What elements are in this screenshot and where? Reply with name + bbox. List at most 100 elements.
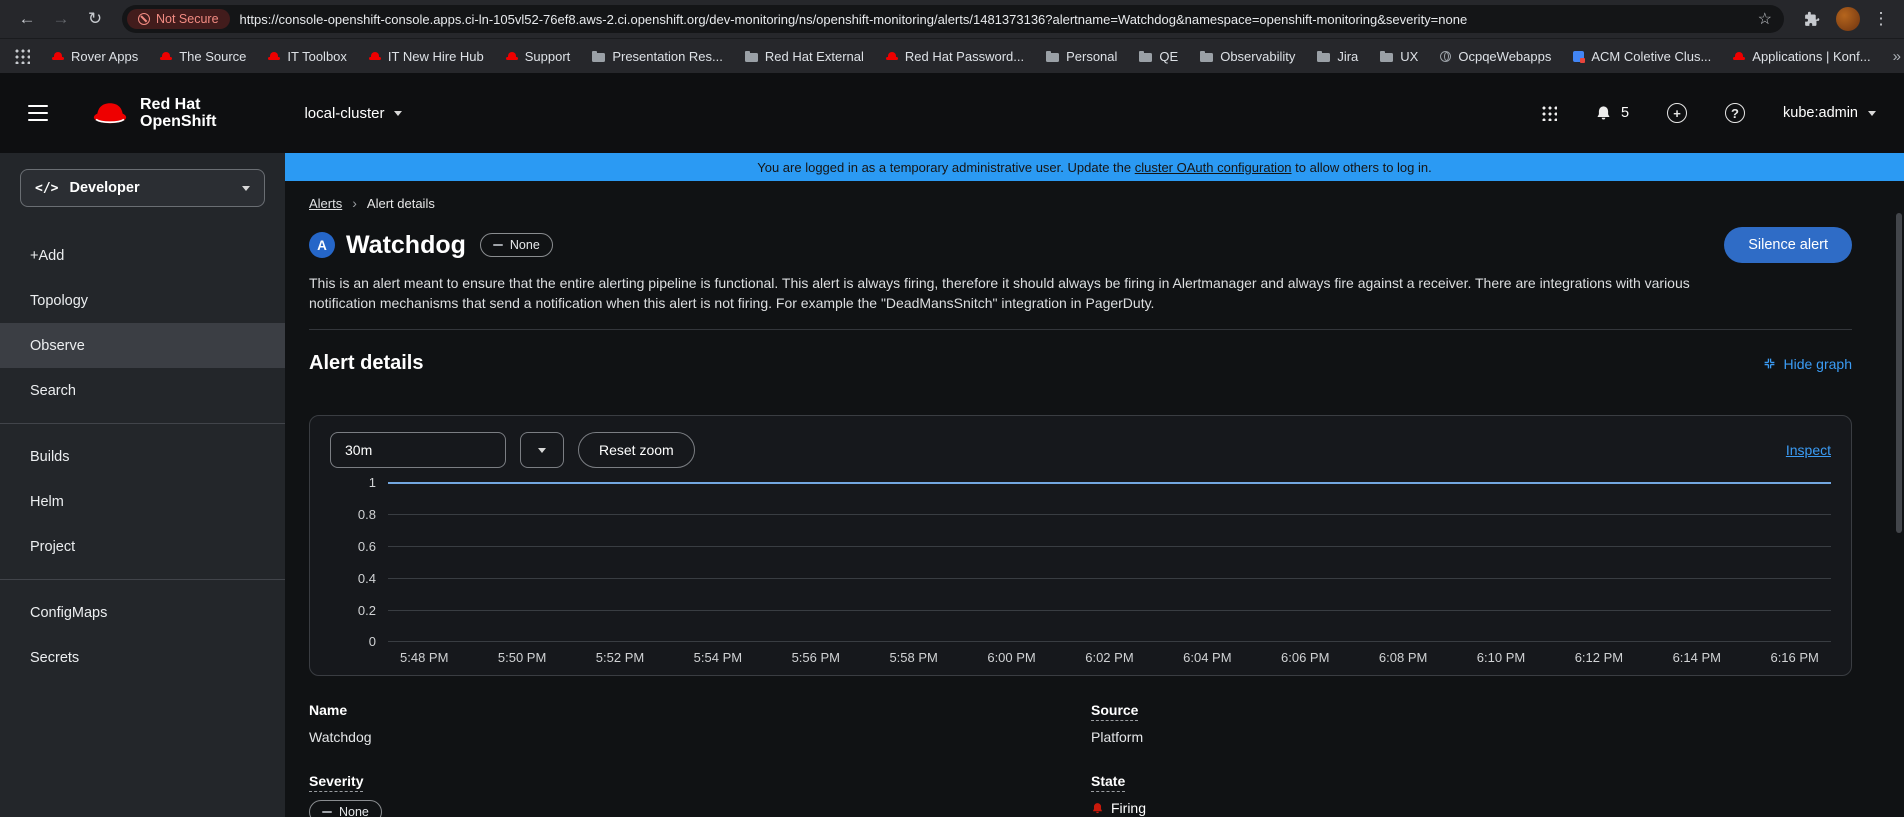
cluster-selector-label: local-cluster — [304, 105, 384, 122]
breadcrumb-alerts-link[interactable]: Alerts — [309, 196, 342, 211]
bookmark[interactable]: Jira — [1317, 49, 1358, 64]
app-launcher-icon[interactable] — [1541, 105, 1557, 121]
hamburger-menu-icon[interactable] — [28, 105, 48, 122]
source-label[interactable]: Source — [1091, 702, 1852, 718]
chevron-down-icon — [538, 448, 546, 453]
apps-grid-icon[interactable] — [14, 48, 30, 64]
severity-label[interactable]: Severity — [309, 773, 1091, 789]
silence-alert-button[interactable]: Silence alert — [1724, 227, 1852, 263]
bookmark[interactable]: Presentation Res... — [592, 49, 723, 64]
sidebar-divider — [0, 423, 285, 424]
bookmark[interactable]: Red Hat Password... — [886, 49, 1024, 64]
bookmark-label: Presentation Res... — [612, 49, 723, 64]
oauth-config-link[interactable]: cluster OAuth configuration — [1135, 160, 1292, 175]
x-tick-label: 5:56 PM — [792, 650, 840, 665]
compress-icon — [1763, 357, 1776, 370]
hide-graph-link[interactable]: Hide graph — [1763, 356, 1853, 372]
bookmark[interactable]: OcpqeWebapps — [1440, 49, 1551, 64]
sidebar-item-configmaps[interactable]: ConfigMaps — [0, 590, 285, 635]
redhat-icon — [1733, 51, 1745, 61]
not-secure-badge[interactable]: Not Secure — [127, 9, 230, 29]
inspect-link[interactable]: Inspect — [1786, 442, 1831, 458]
bookmark[interactable]: Rover Apps — [52, 49, 138, 64]
redhat-icon — [268, 51, 280, 61]
duration-input[interactable]: 30m — [330, 432, 506, 468]
url-bar[interactable]: Not Secure https://console-openshift-con… — [122, 5, 1784, 33]
breadcrumb-separator: › — [352, 195, 357, 211]
sidebar-item-observe[interactable]: Observe — [0, 323, 285, 368]
bookmark[interactable]: Support — [506, 49, 571, 64]
bookmark[interactable]: Red Hat External — [745, 49, 864, 64]
bookmarks-overflow-chevron[interactable] — [1893, 48, 1901, 65]
bookmark[interactable]: Observability — [1200, 49, 1295, 64]
sidebar-item-search[interactable]: Search — [0, 368, 285, 413]
severity-badge-label: None — [510, 238, 540, 252]
bookmark-label: Rover Apps — [71, 49, 138, 64]
x-tick-label: 6:00 PM — [987, 650, 1035, 665]
folder-icon — [1200, 53, 1213, 62]
severity-value-badge: None — [309, 800, 382, 817]
app-icon — [1573, 51, 1584, 62]
bookmark[interactable]: ACM Coletive Clus... — [1573, 49, 1711, 64]
sidebar-item-topology[interactable]: Topology — [0, 278, 285, 323]
bookmark[interactable]: QE — [1139, 49, 1178, 64]
user-name: kube:admin — [1783, 105, 1858, 121]
bookmark[interactable]: Personal — [1046, 49, 1117, 64]
duration-dropdown-button[interactable] — [520, 432, 564, 468]
help-icon[interactable]: ? — [1725, 103, 1745, 123]
y-tick-label: 1 — [330, 475, 376, 490]
sidebar-divider — [0, 579, 285, 580]
brand-line1: Red Hat — [140, 96, 216, 113]
sidebar: </> Developer +Add Topology Observe Sear… — [0, 153, 285, 817]
bookmark[interactable]: IT New Hire Hub — [369, 49, 484, 64]
bookmark-label: Applications | Konf... — [1752, 49, 1870, 64]
openshift-logo[interactable]: Red Hat OpenShift — [90, 96, 216, 130]
user-menu[interactable]: kube:admin — [1783, 105, 1876, 121]
perspective-switcher[interactable]: </> Developer — [20, 169, 265, 207]
sidebar-nav: +Add Topology Observe Search Builds Helm… — [0, 233, 285, 680]
bookmark[interactable]: UX — [1380, 49, 1418, 64]
banner-text: You are logged in as a temporary adminis… — [757, 160, 1134, 175]
browser-menu-icon[interactable]: ⋮ — [1870, 9, 1892, 29]
alert-chart-plot[interactable]: 1 0.8 0.6 0.4 0.2 0 — [388, 482, 1831, 642]
severity-none-icon — [322, 811, 332, 813]
y-tick-label: 0.2 — [330, 603, 376, 618]
cluster-selector[interactable]: local-cluster — [304, 105, 402, 122]
profile-avatar[interactable] — [1836, 7, 1860, 31]
folder-icon — [1046, 53, 1059, 62]
back-icon[interactable]: ← — [12, 4, 42, 34]
bell-icon — [1595, 105, 1612, 122]
y-tick-label: 0.4 — [330, 571, 376, 586]
breadcrumb: Alerts › Alert details — [309, 195, 1852, 211]
sidebar-item-secrets[interactable]: Secrets — [0, 635, 285, 680]
alert-resource-icon: A — [309, 232, 335, 258]
x-tick-label: 6:10 PM — [1477, 650, 1525, 665]
watchdog-series-line — [388, 482, 1831, 484]
bookmark[interactable]: IT Toolbox — [268, 49, 347, 64]
bookmarks-bar: Rover Apps The Source IT Toolbox IT New … — [0, 38, 1904, 73]
bookmark[interactable]: Applications | Konf... — [1733, 49, 1870, 64]
not-secure-icon — [138, 13, 150, 25]
state-label[interactable]: State — [1091, 773, 1852, 789]
firing-bell-icon — [1091, 802, 1104, 815]
page-scrollbar[interactable] — [1896, 213, 1902, 533]
bookmark-label: IT New Hire Hub — [388, 49, 484, 64]
notifications-button[interactable]: 5 — [1595, 105, 1629, 122]
sidebar-item-project[interactable]: Project — [0, 524, 285, 569]
add-circle-icon[interactable]: + — [1667, 103, 1687, 123]
forward-icon[interactable]: → — [46, 4, 76, 34]
x-tick-label: 6:14 PM — [1673, 650, 1721, 665]
reset-zoom-button[interactable]: Reset zoom — [578, 432, 695, 468]
browser-toolbar: ← → ↻ Not Secure https://console-openshi… — [0, 0, 1904, 38]
page-title: Watchdog — [346, 231, 466, 260]
bookmark-star-icon[interactable]: ☆ — [1758, 9, 1772, 29]
brand-line2: OpenShift — [140, 113, 216, 130]
sidebar-item-builds[interactable]: Builds — [0, 434, 285, 479]
sidebar-item-add[interactable]: +Add — [0, 233, 285, 278]
extensions-puzzle-icon[interactable] — [1796, 4, 1826, 34]
hide-graph-label: Hide graph — [1784, 356, 1853, 372]
y-tick-label: 0.8 — [330, 507, 376, 522]
bookmark[interactable]: The Source — [160, 49, 246, 64]
sidebar-item-helm[interactable]: Helm — [0, 479, 285, 524]
reload-icon[interactable]: ↻ — [80, 4, 110, 34]
